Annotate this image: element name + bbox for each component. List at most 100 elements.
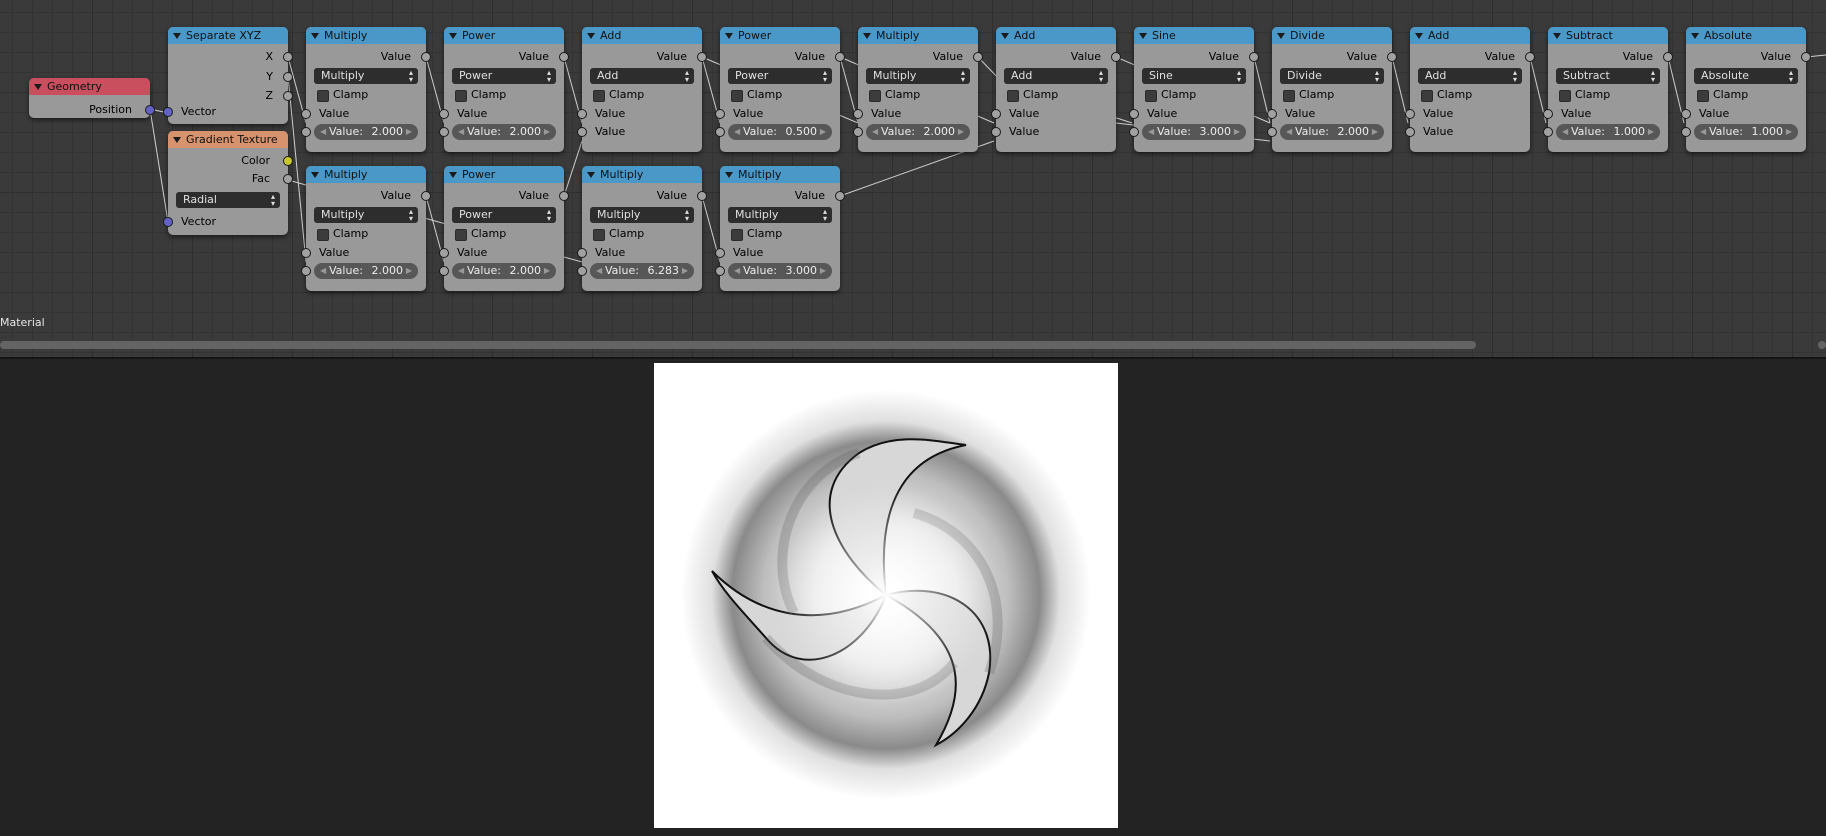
collapse-icon[interactable] [1415,33,1423,39]
node-header[interactable]: Multiply [306,27,426,44]
node-header[interactable]: Add [582,27,702,44]
collapse-icon[interactable] [449,172,457,178]
value-field[interactable]: ◀ Value: 2.000 ▶ [314,124,418,140]
collapse-icon[interactable] [587,172,595,178]
increment-arrow-icon[interactable]: ▶ [820,124,826,140]
value-field[interactable]: ◀ Value: 2.000 ▶ [866,124,970,140]
output-socket[interactable] [145,105,155,115]
value-field[interactable]: ◀ Value: 2.000 ▶ [452,124,556,140]
operation-dropdown[interactable]: Multiply ▴ ▾ [590,207,694,223]
input-socket[interactable] [163,107,173,117]
decrement-arrow-icon[interactable]: ◀ [734,124,740,140]
input-socket[interactable] [301,248,311,258]
node-header[interactable]: Add [1410,27,1530,44]
m2-math-node[interactable]: Multiply Value Multiply ▴ ▾ Clamp Value ◀ Value:… [853,27,983,152]
collapse-icon[interactable] [1277,33,1285,39]
value-field[interactable]: ◀ Value: 0.500 ▶ [728,124,832,140]
output-socket[interactable] [835,191,845,201]
node-header[interactable]: Multiply [306,166,426,183]
output-socket[interactable] [697,191,707,201]
node-header[interactable]: Divide [1272,27,1392,44]
decrement-arrow-icon[interactable]: ◀ [458,124,464,140]
clamp-checkbox[interactable] [1283,90,1295,102]
collapse-icon[interactable] [1139,33,1147,39]
operation-dropdown[interactable]: Sine ▴ ▾ [1142,68,1246,84]
operation-dropdown[interactable]: Power ▴ ▾ [728,68,832,84]
input-socket[interactable] [1543,127,1553,137]
horizontal-scrollbar[interactable] [0,341,1476,349]
collapse-icon[interactable] [587,33,595,39]
increment-arrow-icon[interactable]: ▶ [544,124,550,140]
sub-math-node[interactable]: Subtract Value Subtract ▴ ▾ Clamp Value ◀ Value:… [1543,27,1673,152]
a1-math-node[interactable]: Add Value Add ▴ ▾ Clamp Value Value [577,27,707,152]
clamp-checkbox[interactable] [1559,90,1571,102]
decrement-arrow-icon[interactable]: ◀ [1562,124,1568,140]
increment-arrow-icon[interactable]: ▶ [958,124,964,140]
value-field[interactable]: ◀ Value: 1.000 ▶ [1556,124,1660,140]
increment-arrow-icon[interactable]: ▶ [406,124,412,140]
decrement-arrow-icon[interactable]: ◀ [1148,124,1154,140]
node-header[interactable]: Multiply [858,27,978,44]
decrement-arrow-icon[interactable]: ◀ [1286,124,1292,140]
input-socket[interactable] [301,127,311,137]
output-socket[interactable] [559,52,569,62]
clamp-checkbox[interactable] [455,229,467,241]
value-field[interactable]: ◀ Value: 2.000 ▶ [314,263,418,279]
input-socket[interactable] [1267,109,1277,119]
output-socket[interactable] [283,52,293,62]
output-socket[interactable] [1249,52,1259,62]
operation-dropdown[interactable]: Multiply ▴ ▾ [314,207,418,223]
input-socket[interactable] [1681,127,1691,137]
node-header[interactable]: Gradient Texture [168,131,288,148]
collapse-icon[interactable] [34,84,42,90]
node-header[interactable]: Power [720,27,840,44]
value-field[interactable]: ◀ Value: 1.000 ▶ [1694,124,1798,140]
scrollbar-end[interactable] [1818,341,1826,349]
operation-dropdown[interactable]: Add ▴ ▾ [1418,68,1522,84]
value-field[interactable]: ◀ Value: 3.000 ▶ [1142,124,1246,140]
decrement-arrow-icon[interactable]: ◀ [458,263,464,279]
increment-arrow-icon[interactable]: ▶ [1372,124,1378,140]
input-socket[interactable] [577,109,587,119]
input-socket[interactable] [1543,109,1553,119]
clamp-checkbox[interactable] [869,90,881,102]
input-socket[interactable] [301,109,311,119]
node-editor[interactable]: Geometry Position Separate XYZ X Y Z Vec… [0,0,1826,357]
operation-dropdown[interactable]: Add ▴ ▾ [1004,68,1108,84]
input-socket[interactable] [439,109,449,119]
clamp-checkbox[interactable] [317,90,329,102]
input-socket[interactable] [715,248,725,258]
operation-dropdown[interactable]: Absolute ▴ ▾ [1694,68,1798,84]
decrement-arrow-icon[interactable]: ◀ [872,124,878,140]
input-socket[interactable] [163,217,173,227]
output-socket[interactable] [1663,52,1673,62]
node-header[interactable]: Multiply [720,166,840,183]
decrement-arrow-icon[interactable]: ◀ [320,124,326,140]
input-socket[interactable] [715,109,725,119]
output-socket[interactable] [283,174,293,184]
input-socket[interactable] [1681,109,1691,119]
input-socket[interactable] [853,109,863,119]
collapse-icon[interactable] [1553,33,1561,39]
decrement-arrow-icon[interactable]: ◀ [734,263,740,279]
node-header[interactable]: Geometry [29,78,150,95]
output-socket[interactable] [283,91,293,101]
a2-math-node[interactable]: Add Value Add ▴ ▾ Clamp Value Value [991,27,1121,152]
input-socket[interactable] [991,127,1001,137]
operation-dropdown[interactable]: Power ▴ ▾ [452,68,556,84]
value-field[interactable]: ◀ Value: 3.000 ▶ [728,263,832,279]
area-divider[interactable] [0,357,1826,359]
input-socket[interactable] [991,109,1001,119]
clamp-checkbox[interactable] [317,229,329,241]
node-header[interactable]: Multiply [582,166,702,183]
m3-math-node[interactable]: Multiply Value Multiply ▴ ▾ Clamp Value ◀ Value:… [301,166,431,291]
input-socket[interactable] [1129,127,1139,137]
m5-math-node[interactable]: Multiply Value Multiply ▴ ▾ Clamp Value ◀ Value:… [715,166,845,291]
gradient-texture-node[interactable]: Gradient Texture Color Fac Radial ▴ ▾ Vect… [163,131,293,235]
operation-dropdown[interactable]: Power ▴ ▾ [452,207,556,223]
clamp-checkbox[interactable] [731,90,743,102]
output-socket[interactable] [1525,52,1535,62]
output-socket[interactable] [1387,52,1397,62]
p2-math-node[interactable]: Power Value Power ▴ ▾ Clamp Value ◀ Value: 0.500 ▶ [715,27,845,152]
input-socket[interactable] [577,248,587,258]
